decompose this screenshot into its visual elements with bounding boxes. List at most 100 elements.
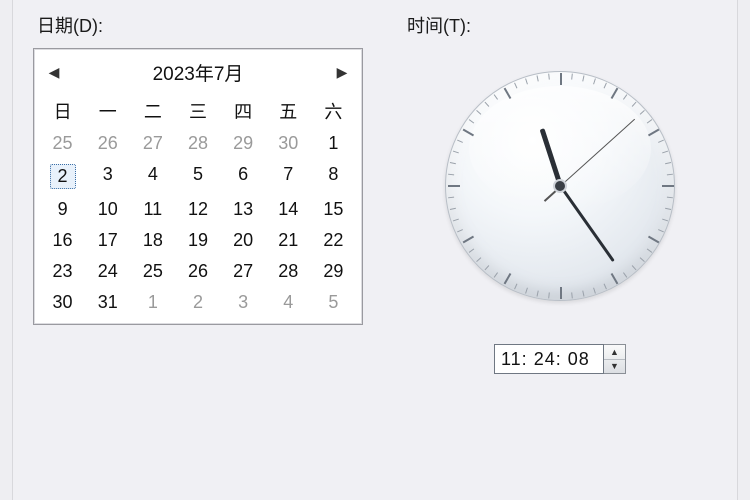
calendar-day[interactable]: 31 (85, 287, 130, 318)
calendar-day[interactable]: 1 (311, 128, 356, 159)
calendar-day[interactable]: 17 (85, 225, 130, 256)
calendar-day[interactable]: 10 (85, 194, 130, 225)
time-spin-buttons: ▲ ▼ (604, 344, 626, 374)
clock-tick-minor (453, 219, 459, 222)
calendar-day[interactable]: 19 (175, 225, 220, 256)
clock-tick-major (463, 129, 474, 137)
calendar-day[interactable]: 13 (221, 194, 266, 225)
clock-tick-minor (593, 78, 596, 84)
calendar-day[interactable]: 27 (130, 128, 175, 159)
calendar-dow: 一 (85, 94, 130, 128)
calendar-next-button[interactable]: ▶ (332, 63, 352, 83)
calendar-grid: 日一二三四五六252627282930123456789101112131415… (40, 94, 356, 318)
clock-tick-minor (632, 102, 637, 107)
calendar-day[interactable]: 24 (85, 256, 130, 287)
clock-tick-major (560, 287, 562, 299)
calendar-day[interactable]: 4 (266, 287, 311, 318)
calendar-day[interactable]: 30 (40, 287, 85, 318)
calendar-day[interactable]: 2 (40, 159, 85, 194)
clock-tick-minor (658, 229, 664, 232)
clock-tick-minor (457, 229, 463, 232)
clock-tick-minor (604, 284, 607, 290)
time-spin-down-button[interactable]: ▼ (604, 360, 625, 374)
calendar-day[interactable]: 6 (221, 159, 266, 194)
clock-center-pin (555, 181, 565, 191)
clock-hour-hand (539, 128, 562, 187)
clock-tick-minor (658, 140, 664, 143)
date-label: 日期(D): (37, 12, 363, 38)
clock-tick-minor (469, 248, 474, 252)
clock-tick-minor (525, 78, 528, 84)
analog-clock (430, 56, 690, 316)
calendar-day[interactable]: 21 (266, 225, 311, 256)
calendar-day[interactable]: 12 (175, 194, 220, 225)
calendar-day[interactable]: 22 (311, 225, 356, 256)
clock-tick-major (648, 236, 659, 244)
calendar-day[interactable]: 9 (40, 194, 85, 225)
calendar-day[interactable]: 14 (266, 194, 311, 225)
calendar-day[interactable]: 16 (40, 225, 85, 256)
calendar-day[interactable]: 28 (175, 128, 220, 159)
calendar-dow: 四 (221, 94, 266, 128)
clock-tick-minor (476, 110, 481, 115)
calendar-day[interactable]: 15 (311, 194, 356, 225)
clock-tick-minor (604, 83, 607, 89)
calendar-day[interactable]: 28 (266, 256, 311, 287)
calendar-day[interactable]: 29 (311, 256, 356, 287)
calendar-day[interactable]: 18 (130, 225, 175, 256)
calendar-day[interactable]: 23 (40, 256, 85, 287)
clock-tick-minor (662, 151, 668, 154)
calendar-day[interactable]: 8 (311, 159, 356, 194)
calendar-day[interactable]: 25 (40, 128, 85, 159)
clock-tick-minor (548, 292, 550, 298)
clock-tick-minor (623, 94, 627, 99)
calendar-prev-button[interactable]: ◀ (44, 63, 64, 83)
calendar-day[interactable]: 26 (175, 256, 220, 287)
clock-glass-highlight (469, 86, 651, 211)
clock-tick-minor (457, 140, 463, 143)
calendar-dow: 二 (130, 94, 175, 128)
time-input[interactable] (494, 344, 604, 374)
calendar-day[interactable]: 4 (130, 159, 175, 194)
calendar-day[interactable]: 2 (175, 287, 220, 318)
clock-tick-major (611, 88, 619, 99)
calendar-day[interactable]: 30 (266, 128, 311, 159)
calendar-day[interactable]: 3 (221, 287, 266, 318)
clock-tick-minor (662, 219, 668, 222)
clock-tick-major (463, 236, 474, 244)
clock-tick-minor (453, 151, 459, 154)
calendar-day[interactable]: 7 (266, 159, 311, 194)
clock-tick-minor (665, 208, 671, 210)
clock-tick-minor (593, 288, 596, 294)
clock-tick-major (648, 129, 659, 137)
clock-tick-minor (525, 288, 528, 294)
clock-tick-minor (640, 110, 645, 115)
clock-tick-minor (476, 257, 481, 262)
calendar-day[interactable]: 1 (130, 287, 175, 318)
clock-tick-major (504, 88, 512, 99)
clock-tick-minor (667, 174, 673, 176)
clock-tick-minor (571, 292, 573, 298)
time-spinner: ▲ ▼ (494, 344, 626, 374)
clock-tick-minor (469, 119, 474, 123)
chevron-right-icon: ▶ (337, 64, 348, 81)
calendar-day[interactable]: 5 (311, 287, 356, 318)
calendar-day[interactable]: 3 (85, 159, 130, 194)
calendar-day[interactable]: 20 (221, 225, 266, 256)
triangle-up-icon: ▲ (610, 347, 619, 357)
calendar-day[interactable]: 25 (130, 256, 175, 287)
calendar-day[interactable]: 5 (175, 159, 220, 194)
calendar-day[interactable]: 29 (221, 128, 266, 159)
calendar-title[interactable]: 2023年7月 (153, 59, 244, 86)
calendar-dow: 六 (311, 94, 356, 128)
time-spin-up-button[interactable]: ▲ (604, 345, 625, 360)
clock-tick-major (611, 273, 619, 284)
clock-tick-minor (514, 83, 517, 89)
calendar-day[interactable]: 27 (221, 256, 266, 287)
triangle-down-icon: ▼ (610, 361, 619, 371)
calendar-day[interactable]: 11 (130, 194, 175, 225)
calendar-header: ◀ 2023年7月 ▶ (40, 53, 356, 94)
clock-tick-minor (494, 272, 498, 277)
clock-tick-minor (647, 248, 652, 252)
calendar-day[interactable]: 26 (85, 128, 130, 159)
